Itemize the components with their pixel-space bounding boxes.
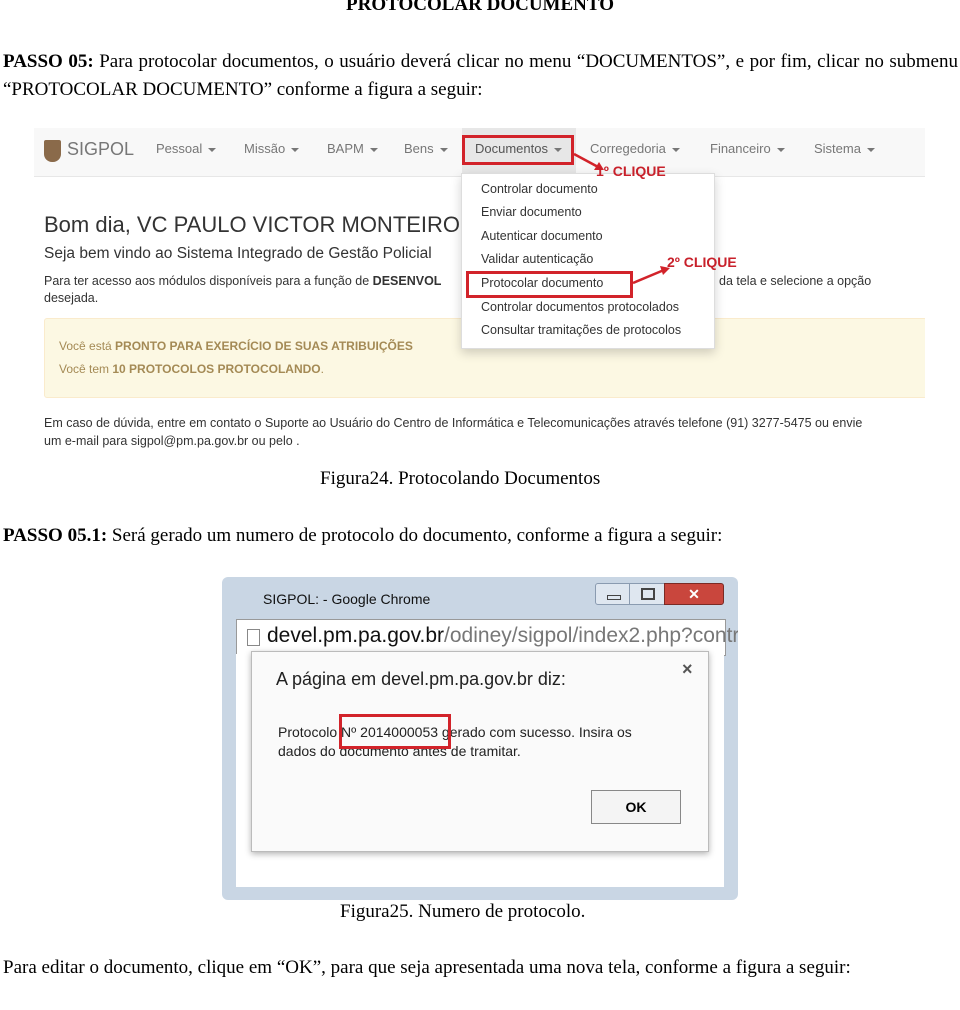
figure-24-caption: Figura24. Protocolando Documentos xyxy=(320,468,601,489)
step-5-paragraph: PASSO 05: Para protocolar documentos, o … xyxy=(3,48,958,104)
minimize-button[interactable] xyxy=(595,583,631,605)
window-title: SIGPOL: - Google Chrome xyxy=(263,591,431,607)
figure-25-caption: Figura25. Numero de protocolo. xyxy=(340,901,586,922)
maximize-button[interactable] xyxy=(629,583,665,605)
url-text: devel.pm.pa.gov.br/odiney/sigpol/index2.… xyxy=(267,624,738,647)
page-heading: PROTOCOLAR DOCUMENTO xyxy=(346,0,614,15)
dialog-close-icon[interactable]: × xyxy=(682,659,693,680)
first-click-label: 1º CLIQUE xyxy=(596,163,666,179)
chrome-alert-screenshot: SIGPOL: - Google Chrome ✕ devel.pm.pa.go… xyxy=(222,577,738,900)
close-icon: ✕ xyxy=(688,586,700,602)
sigpol-home-screenshot: SIGPOL Pessoal Missão BAPM Bens Document… xyxy=(34,128,925,458)
arrow-2-icon xyxy=(632,268,665,285)
dialog-title: A página em devel.pm.pa.gov.br diz: xyxy=(276,669,566,689)
annotation-arrows xyxy=(573,152,670,285)
document-page: PROTOCOLAR DOCUMENTO PASSO 05: Para prot… xyxy=(0,0,960,1010)
window-close-button[interactable]: ✕ xyxy=(664,583,724,605)
alert-dialog: A página em devel.pm.pa.gov.br diz: × Pr… xyxy=(251,651,709,852)
minimize-icon xyxy=(607,595,621,600)
page-icon xyxy=(247,629,260,646)
step-5-1-paragraph: PASSO 05.1: Será gerado um numero de pro… xyxy=(3,522,722,550)
second-click-label: 2º CLIQUE xyxy=(667,254,737,270)
highlight-protocol-number xyxy=(339,714,451,749)
step-text: Para protocolar documentos, o usuário de… xyxy=(3,51,958,100)
ok-button[interactable]: OK xyxy=(591,790,681,824)
maximize-icon xyxy=(641,588,655,600)
step-label: PASSO 05: xyxy=(3,51,94,72)
dialog-message: Protocolo Nº 2014000053 gerado com suces… xyxy=(278,724,632,740)
closing-paragraph: Para editar o documento, clique em “OK”,… xyxy=(3,957,851,978)
step-label: PASSO 05.1: xyxy=(3,525,108,546)
step-text: Será gerado um numero de protocolo do do… xyxy=(107,525,723,546)
